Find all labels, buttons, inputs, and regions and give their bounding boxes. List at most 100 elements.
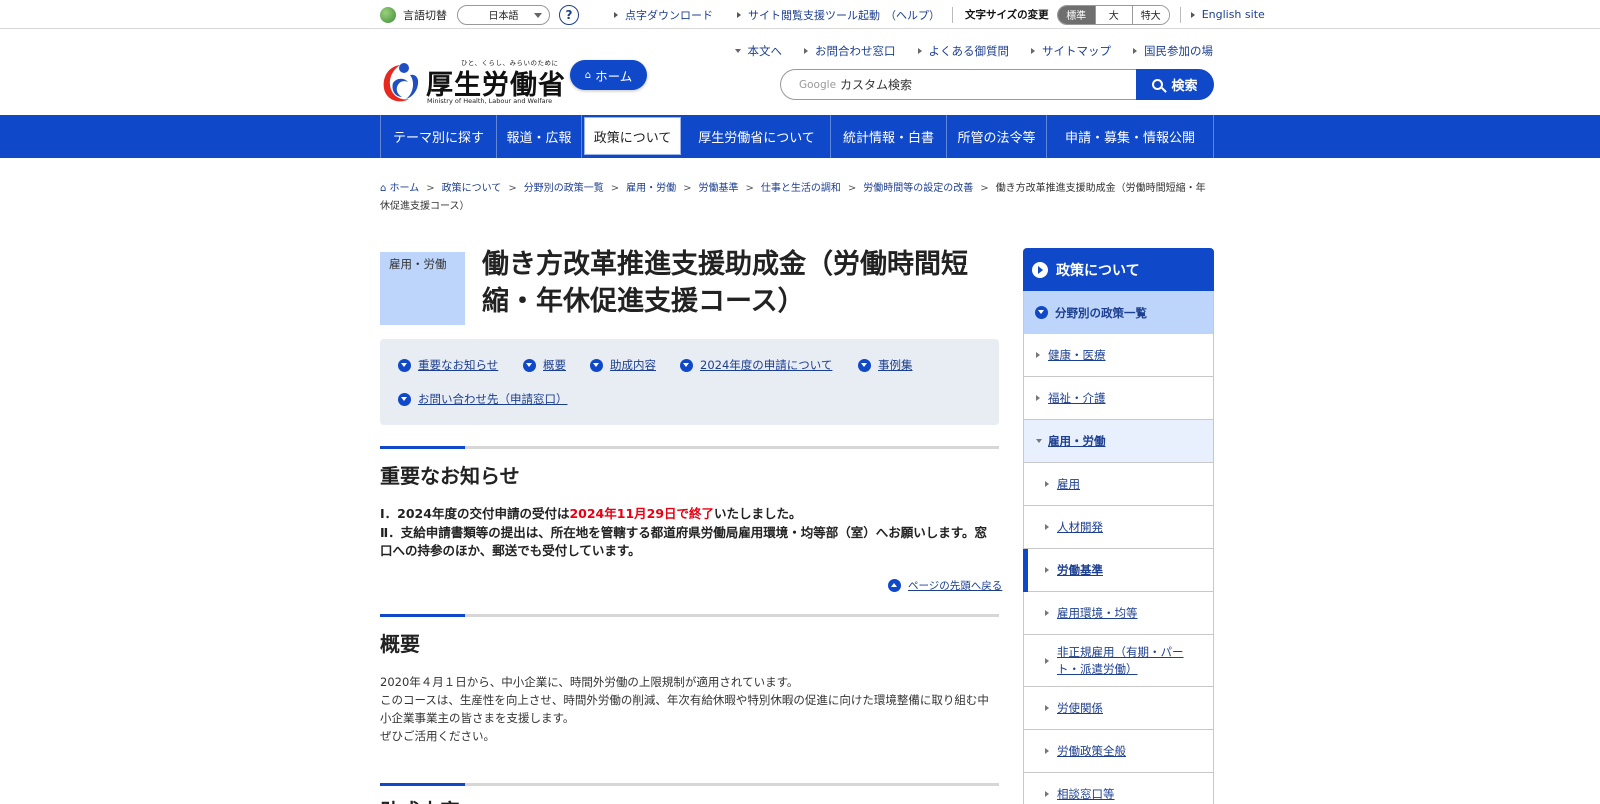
search-icon <box>1152 79 1164 90</box>
anchor-important-notice[interactable]: 重要なお知らせ <box>398 357 498 373</box>
english-site-link[interactable]: English site <box>1190 8 1265 21</box>
language-value: 日本語 <box>488 11 519 22</box>
sidebar-item-welfare[interactable]: 福祉・介護 <box>1023 377 1214 420</box>
sidebar-item-labour-policy[interactable]: 労働政策全般 <box>1023 730 1214 773</box>
skip-to-content-link[interactable]: 本文へ <box>734 43 782 59</box>
anchor-2024-application[interactable]: 2024年度の申請について <box>680 357 832 373</box>
global-nav: テーマ別に探す 報道・広報 政策について 厚生労働省について 統計情報・白書 所… <box>0 115 1600 158</box>
breadcrumb-link[interactable]: 仕事と生活の調和 <box>761 183 841 194</box>
font-size-xlarge-button[interactable]: 特大 <box>1131 5 1169 24</box>
sidebar-item-non-regular[interactable]: 非正規雇用（有期・パート・派遣労働） <box>1023 635 1214 687</box>
search-brand: Google <box>799 78 837 91</box>
anchor-overview[interactable]: 概要 <box>523 357 566 373</box>
arrow-down-icon <box>858 358 871 372</box>
sidebar-item-equal-employment[interactable]: 雇用環境・均等 <box>1023 592 1214 635</box>
subsidy-content-heading: 助成内容 <box>380 795 460 804</box>
gnav-item-applications[interactable]: 申請・募集・情報公開 <box>1047 115 1214 158</box>
sidebar-item-health[interactable]: 健康・医療 <box>1023 334 1214 377</box>
arrow-right-icon <box>1045 791 1049 797</box>
arrow-right-icon <box>1045 657 1049 664</box>
link-label: 点字ダウンロード <box>625 8 713 22</box>
arrow-down-icon <box>1036 439 1042 443</box>
breadcrumb-link[interactable]: 労働基準 <box>699 183 739 194</box>
arrow-right-icon <box>1031 48 1035 54</box>
arrow-right-icon <box>1032 261 1048 278</box>
arrow-right-icon <box>1045 610 1049 616</box>
faq-link[interactable]: よくある御質問 <box>917 43 1009 59</box>
sidebar-item-label: 人材開発 <box>1057 520 1103 534</box>
breadcrumb-separator: > <box>610 183 620 194</box>
font-size-large-button[interactable]: 大 <box>1094 5 1132 24</box>
search-button-label: 検索 <box>1171 79 1198 94</box>
breadcrumb-link[interactable]: 雇用・労働 <box>626 183 676 194</box>
sidebar-item-label: 相談窓口等 <box>1057 787 1115 801</box>
sidebar-title-label: 政策について <box>1056 262 1140 279</box>
sitemap-link[interactable]: サイトマップ <box>1031 43 1111 59</box>
arrow-right-icon <box>1045 481 1049 487</box>
header-links: 本文へ お問合わせ窓口 よくある御質問 サイトマップ 国民参加の場 <box>713 43 1213 59</box>
language-label: 言語切替 <box>403 8 447 22</box>
back-to-top-link[interactable]: ページの先頭へ戻る <box>888 578 1002 593</box>
gnav-item-laws[interactable]: 所管の法令等 <box>947 115 1047 158</box>
utility-bar: 言語切替 日本語 ? 点字ダウンロード サイト閲覧支援ツール起動 （ヘルプ） 文… <box>0 0 1600 29</box>
breadcrumb-link[interactable]: 政策について <box>442 183 502 194</box>
sidebar-title[interactable]: 政策について <box>1023 248 1214 291</box>
search-input[interactable]: Google カスタム検索 <box>780 69 1140 100</box>
arrow-right-icon <box>1045 567 1049 573</box>
globe-icon <box>380 6 396 23</box>
search-button[interactable]: 検索 <box>1136 69 1214 100</box>
divider <box>1179 6 1181 23</box>
anchor-case-studies[interactable]: 事例集 <box>858 357 913 373</box>
breadcrumb: ⌂ ホーム > 政策について > 分野別の政策一覧 > 雇用・労働 > 労働基準 > 仕事と生活の調… <box>380 180 1214 216</box>
breadcrumb-separator: > <box>745 183 754 194</box>
font-size-standard-button[interactable]: 標準 <box>1057 5 1095 24</box>
public-participation-link[interactable]: 国民参加の場 <box>1133 43 1213 59</box>
home-label: ホーム <box>595 68 633 84</box>
gnav-item-themes[interactable]: テーマ別に探す <box>381 115 497 158</box>
breadcrumb-separator: > <box>508 183 517 194</box>
arrow-down-icon <box>523 358 536 372</box>
gnav-item-press[interactable]: 報道・広報 <box>497 115 582 158</box>
braille-download-link[interactable]: 点字ダウンロード <box>614 7 713 23</box>
section-rule <box>380 783 999 786</box>
chevron-down-icon <box>534 12 542 18</box>
gnav-item-policy[interactable]: 政策について <box>582 115 683 158</box>
anchor-label: 2024年度の申請について <box>700 358 833 372</box>
breadcrumb-link[interactable]: 労働時間等の設定の改善 <box>863 183 973 194</box>
sidebar-item-labour-relations[interactable]: 労使関係 <box>1023 687 1214 730</box>
anchor-contact[interactable]: お問い合わせ先（申請窓口） <box>398 391 568 407</box>
sidebar-item-employment[interactable]: 雇用 <box>1023 463 1214 506</box>
breadcrumb-link[interactable]: ホーム <box>390 183 420 194</box>
notice-body: Ⅰ．2024年度の交付申請の受付は2024年11月29日で終了いたしました。 Ⅱ… <box>380 505 999 561</box>
sidebar: 政策について 分野別の政策一覧 健康・医療 福祉・介護 雇用・労働 雇用 人材開… <box>1023 248 1214 804</box>
gnav-item-about[interactable]: 厚生労働省について <box>683 115 831 158</box>
breadcrumb-link[interactable]: 分野別の政策一覧 <box>524 183 604 194</box>
help-button[interactable]: ? <box>559 4 579 25</box>
arrow-down-icon <box>398 358 411 372</box>
sidebar-item-label: 健康・医療 <box>1048 348 1106 362</box>
sidebar-item-employment-labour[interactable]: 雇用・労働 <box>1023 420 1214 463</box>
language-select[interactable]: 日本語 <box>457 4 550 25</box>
arrow-down-icon <box>680 358 693 372</box>
link-label: お問合わせ窓口 <box>815 44 896 58</box>
arrow-right-icon <box>614 11 618 18</box>
arrow-right-icon <box>1133 48 1137 54</box>
mhlw-logo-icon[interactable] <box>380 61 420 105</box>
sidebar-item-labour-standards[interactable]: 労働基準 <box>1023 549 1214 592</box>
sidebar-item-consultation[interactable]: 相談窓口等 <box>1023 773 1214 804</box>
home-button[interactable]: ⌂ ホーム <box>570 60 647 90</box>
reading-support-help-link[interactable]: （ヘルプ） <box>885 7 940 23</box>
paragraph: ぜひご活用ください。 <box>380 729 495 743</box>
reading-support-link[interactable]: サイト閲覧支援ツール起動 <box>737 7 880 23</box>
logo-english: Ministry of Health, Labour and Welfare <box>427 97 553 105</box>
anchor-subsidy-content[interactable]: 助成内容 <box>590 357 656 373</box>
sidebar-item-label: 労使関係 <box>1057 701 1103 715</box>
arrow-down-icon <box>398 392 411 406</box>
gnav-item-statistics[interactable]: 統計情報・白書 <box>831 115 947 158</box>
sidebar-item-hr-development[interactable]: 人材開発 <box>1023 506 1214 549</box>
overview-body: 2020年４月１日から、中小企業に、時間外労働の上限規制が適用されています。 こ… <box>380 673 999 745</box>
link-label: 国民参加の場 <box>1144 44 1213 58</box>
contact-link[interactable]: お問合わせ窓口 <box>804 43 896 59</box>
sidebar-item-policy-list[interactable]: 分野別の政策一覧 <box>1023 291 1214 334</box>
anchor-label: お問い合わせ先（申請窓口） <box>418 392 568 406</box>
